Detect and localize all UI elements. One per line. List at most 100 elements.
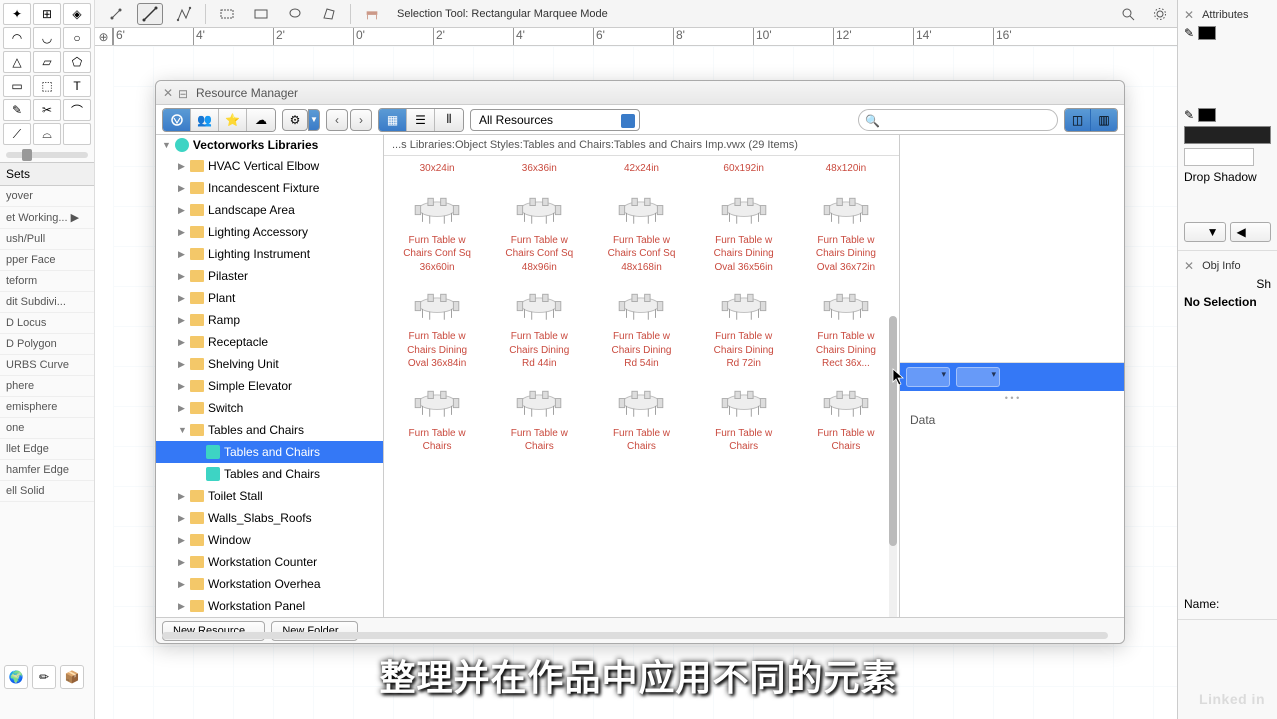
- tree-item[interactable]: Landscape Area: [156, 199, 383, 221]
- resource-item[interactable]: 42x24in: [592, 160, 690, 178]
- resource-item[interactable]: Furn Table w Chairs Dining Rect 36x...: [797, 284, 895, 373]
- sets-item[interactable]: phere: [0, 376, 94, 397]
- tool-slider[interactable]: [6, 152, 88, 158]
- resource-item[interactable]: Furn Table w Chairs Dining Rd 54in: [592, 284, 690, 373]
- resource-item[interactable]: Furn Table w Chairs Dining Oval 36x84in: [388, 284, 486, 373]
- tree-item[interactable]: Workstation Panel: [156, 595, 383, 617]
- rm-tree[interactable]: ▼ Vectorworks Libraries HVAC Vertical El…: [156, 135, 384, 617]
- sets-item[interactable]: hamfer Edge: [0, 460, 94, 481]
- tool-icon[interactable]: ✎: [3, 99, 31, 121]
- close-icon[interactable]: ✕: [1184, 259, 1194, 273]
- tree-item-child[interactable]: Tables and Chairs: [156, 441, 383, 463]
- tree-item[interactable]: Window: [156, 529, 383, 551]
- view-grid-icon[interactable]: ▦: [379, 109, 407, 131]
- sets-item[interactable]: emisphere: [0, 397, 94, 418]
- gear-dropdown-icon[interactable]: [1147, 3, 1173, 25]
- nav-forward-icon[interactable]: ›: [350, 109, 372, 131]
- sets-item[interactable]: D Locus: [0, 313, 94, 334]
- line-style-swatch[interactable]: [1184, 126, 1271, 144]
- sets-item[interactable]: one: [0, 418, 94, 439]
- earth-icon[interactable]: 🌍: [4, 665, 28, 689]
- tool-icon[interactable]: ⌒: [63, 99, 91, 121]
- preview-dropdown-2[interactable]: [956, 367, 1000, 387]
- resource-item[interactable]: Furn Table w Chairs: [695, 381, 793, 456]
- box-icon[interactable]: 📦: [60, 665, 84, 689]
- tool-icon[interactable]: ✂: [33, 99, 61, 121]
- rm-gear-icon[interactable]: ⚙: [282, 109, 308, 131]
- source-cloud-icon[interactable]: ☁: [247, 109, 275, 131]
- rm-search-input[interactable]: 🔍: [858, 109, 1058, 131]
- tool-icon[interactable]: ◈: [63, 3, 91, 25]
- resource-item[interactable]: 48x120in: [797, 160, 895, 178]
- source-vw-icon[interactable]: [163, 109, 191, 131]
- view-column-icon[interactable]: ⫴: [435, 109, 463, 131]
- tree-item[interactable]: Pilaster: [156, 265, 383, 287]
- marker-end-dropdown[interactable]: ◀: [1230, 222, 1272, 242]
- tree-item[interactable]: Incandescent Fixture: [156, 177, 383, 199]
- mode-icon-3[interactable]: [171, 3, 197, 25]
- resource-item[interactable]: Furn Table w Chairs Dining Rd 44in: [490, 284, 588, 373]
- sets-item[interactable]: URBS Curve: [0, 355, 94, 376]
- tree-item[interactable]: Lighting Accessory: [156, 221, 383, 243]
- pin-icon[interactable]: ⊟: [178, 87, 190, 99]
- tool-icon[interactable]: ✦: [3, 3, 31, 25]
- tree-root[interactable]: ▼ Vectorworks Libraries: [156, 135, 383, 155]
- preview-drag-dots[interactable]: • • •: [900, 391, 1124, 405]
- ruler-origin-icon[interactable]: ⊕: [95, 28, 113, 45]
- tool-icon[interactable]: ⊞: [33, 3, 61, 25]
- sets-item[interactable]: ush/Pull: [0, 229, 94, 250]
- mode-poly-icon[interactable]: [316, 3, 342, 25]
- sets-item[interactable]: D Polygon: [0, 334, 94, 355]
- sets-item[interactable]: dit Subdivi...: [0, 292, 94, 313]
- source-star-icon[interactable]: ⭐: [219, 109, 247, 131]
- tool-icon[interactable]: T: [63, 75, 91, 97]
- view-list-icon[interactable]: ☰: [407, 109, 435, 131]
- tool-icon[interactable]: ⬠: [63, 51, 91, 73]
- pen-swatch[interactable]: [1198, 108, 1216, 122]
- tree-item[interactable]: Toilet Stall: [156, 485, 383, 507]
- tool-icon[interactable]: ▱: [33, 51, 61, 73]
- tree-item[interactable]: Tables and Chairs: [156, 419, 383, 441]
- resource-item[interactable]: Furn Table w Chairs Dining Oval 36x56in: [695, 188, 793, 277]
- resource-item[interactable]: Furn Table w Chairs: [797, 381, 895, 456]
- sets-item[interactable]: ell Solid: [0, 481, 94, 502]
- tool-icon[interactable]: ◠: [3, 27, 31, 49]
- close-icon[interactable]: ✕: [162, 87, 174, 99]
- resource-item[interactable]: Furn Table w Chairs: [388, 381, 486, 456]
- tree-item[interactable]: Switch: [156, 397, 383, 419]
- mode-rect-marquee-icon[interactable]: [214, 3, 240, 25]
- tool-icon[interactable]: [63, 123, 91, 145]
- sets-item[interactable]: pper Face: [0, 250, 94, 271]
- tree-item[interactable]: Simple Elevator: [156, 375, 383, 397]
- marker-start-dropdown[interactable]: ▼: [1184, 222, 1226, 242]
- tree-item[interactable]: Lighting Instrument: [156, 243, 383, 265]
- tool-icon[interactable]: ⌓: [33, 123, 61, 145]
- resource-item[interactable]: Furn Table w Chairs Conf Sq 48x96in: [490, 188, 588, 277]
- tool-icon[interactable]: △: [3, 51, 31, 73]
- resource-item[interactable]: 60x192in: [695, 160, 793, 178]
- rm-gear-dropdown[interactable]: ▼: [308, 109, 320, 131]
- rm-scrollbar-thumb[interactable]: [889, 316, 897, 546]
- rm-titlebar[interactable]: ✕ ⊟ Resource Manager: [156, 81, 1124, 105]
- tree-item-child[interactable]: Tables and Chairs: [156, 463, 383, 485]
- rm-scrollbar-vertical[interactable]: [889, 316, 897, 617]
- resource-item[interactable]: 30x24in: [388, 160, 486, 178]
- eraser-icon[interactable]: ✏: [32, 665, 56, 689]
- zoom-tool-icon[interactable]: [1115, 3, 1141, 25]
- rm-filter-dropdown[interactable]: All Resources: [470, 109, 640, 131]
- mode-rect-icon[interactable]: [248, 3, 274, 25]
- tree-item[interactable]: Ramp: [156, 309, 383, 331]
- table-chairs-icon[interactable]: [359, 3, 385, 25]
- tree-item[interactable]: Walls_Slabs_Roofs: [156, 507, 383, 529]
- line-weight-input[interactable]: [1184, 148, 1254, 166]
- sets-item[interactable]: llet Edge: [0, 439, 94, 460]
- resource-item[interactable]: Furn Table w Chairs Dining Oval 36x72in: [797, 188, 895, 277]
- rm-grid-wrap[interactable]: 30x24in36x36in42x24in60x192in48x120in Fu…: [384, 156, 899, 617]
- preview-scrollbar-horizontal[interactable]: [162, 632, 1108, 639]
- tree-item[interactable]: Workstation Overhea: [156, 573, 383, 595]
- tree-item[interactable]: HVAC Vertical Elbow: [156, 155, 383, 177]
- tree-item[interactable]: Workstation Counter: [156, 551, 383, 573]
- tree-item[interactable]: Plant: [156, 287, 383, 309]
- sets-item[interactable]: yover: [0, 186, 94, 207]
- tool-icon[interactable]: ⟋: [3, 123, 31, 145]
